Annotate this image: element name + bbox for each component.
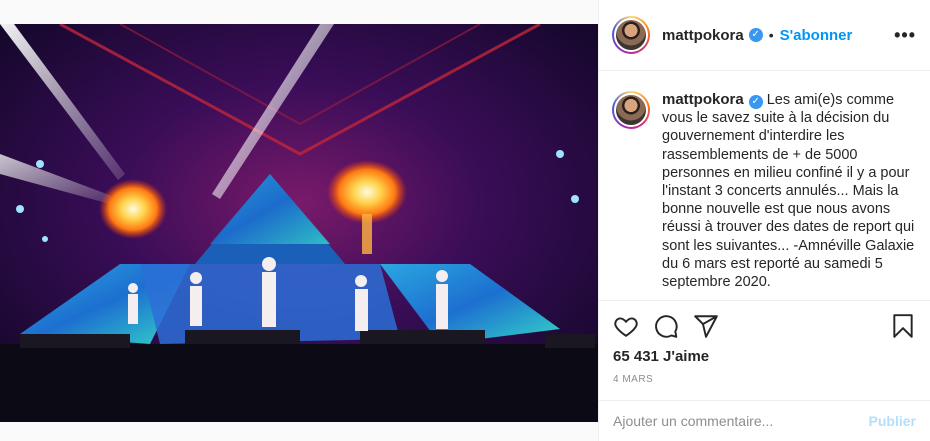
post-date[interactable]: 4 mars [613,374,916,385]
post-header: mattpokora ✓ • S'abonner ••• [599,0,930,71]
more-options-icon[interactable]: ••• [894,25,916,46]
username-link[interactable]: mattpokora [662,27,744,44]
instagram-post: mattpokora ✓ • S'abonner ••• mattpokora ✓… [0,0,930,441]
share-icon[interactable] [693,313,719,339]
caption-text: Les ami(e)s comme vous le savez suite à … [662,92,915,291]
post-actions: 65 431 J'aime 4 mars [599,300,930,385]
post-sidebar: mattpokora ✓ • S'abonner ••• mattpokora ✓… [598,0,930,441]
comment-icon[interactable] [653,313,679,339]
comment-bar: Publier [599,400,930,441]
avatar[interactable] [612,16,650,54]
caption-body: mattpokora ✓ Les ami(e)s comme vous le sa… [662,91,916,300]
publish-button[interactable]: Publier [869,413,916,429]
caption-avatar[interactable] [612,91,650,129]
caption-username-link[interactable]: mattpokora [662,91,744,108]
comment-input[interactable] [613,413,869,429]
verified-badge-icon: ✓ [748,28,763,42]
post-photo[interactable] [0,24,598,422]
post-caption: mattpokora ✓ Les ami(e)s comme vous le sa… [599,71,930,300]
verified-badge-icon: ✓ [748,95,763,109]
concert-stage-image [0,24,598,422]
heart-icon[interactable] [613,313,639,339]
follow-button[interactable]: S'abonner [780,27,853,44]
separator-dot: • [768,27,774,43]
like-count[interactable]: 65 431 J'aime [613,348,916,365]
bookmark-icon[interactable] [890,313,916,339]
